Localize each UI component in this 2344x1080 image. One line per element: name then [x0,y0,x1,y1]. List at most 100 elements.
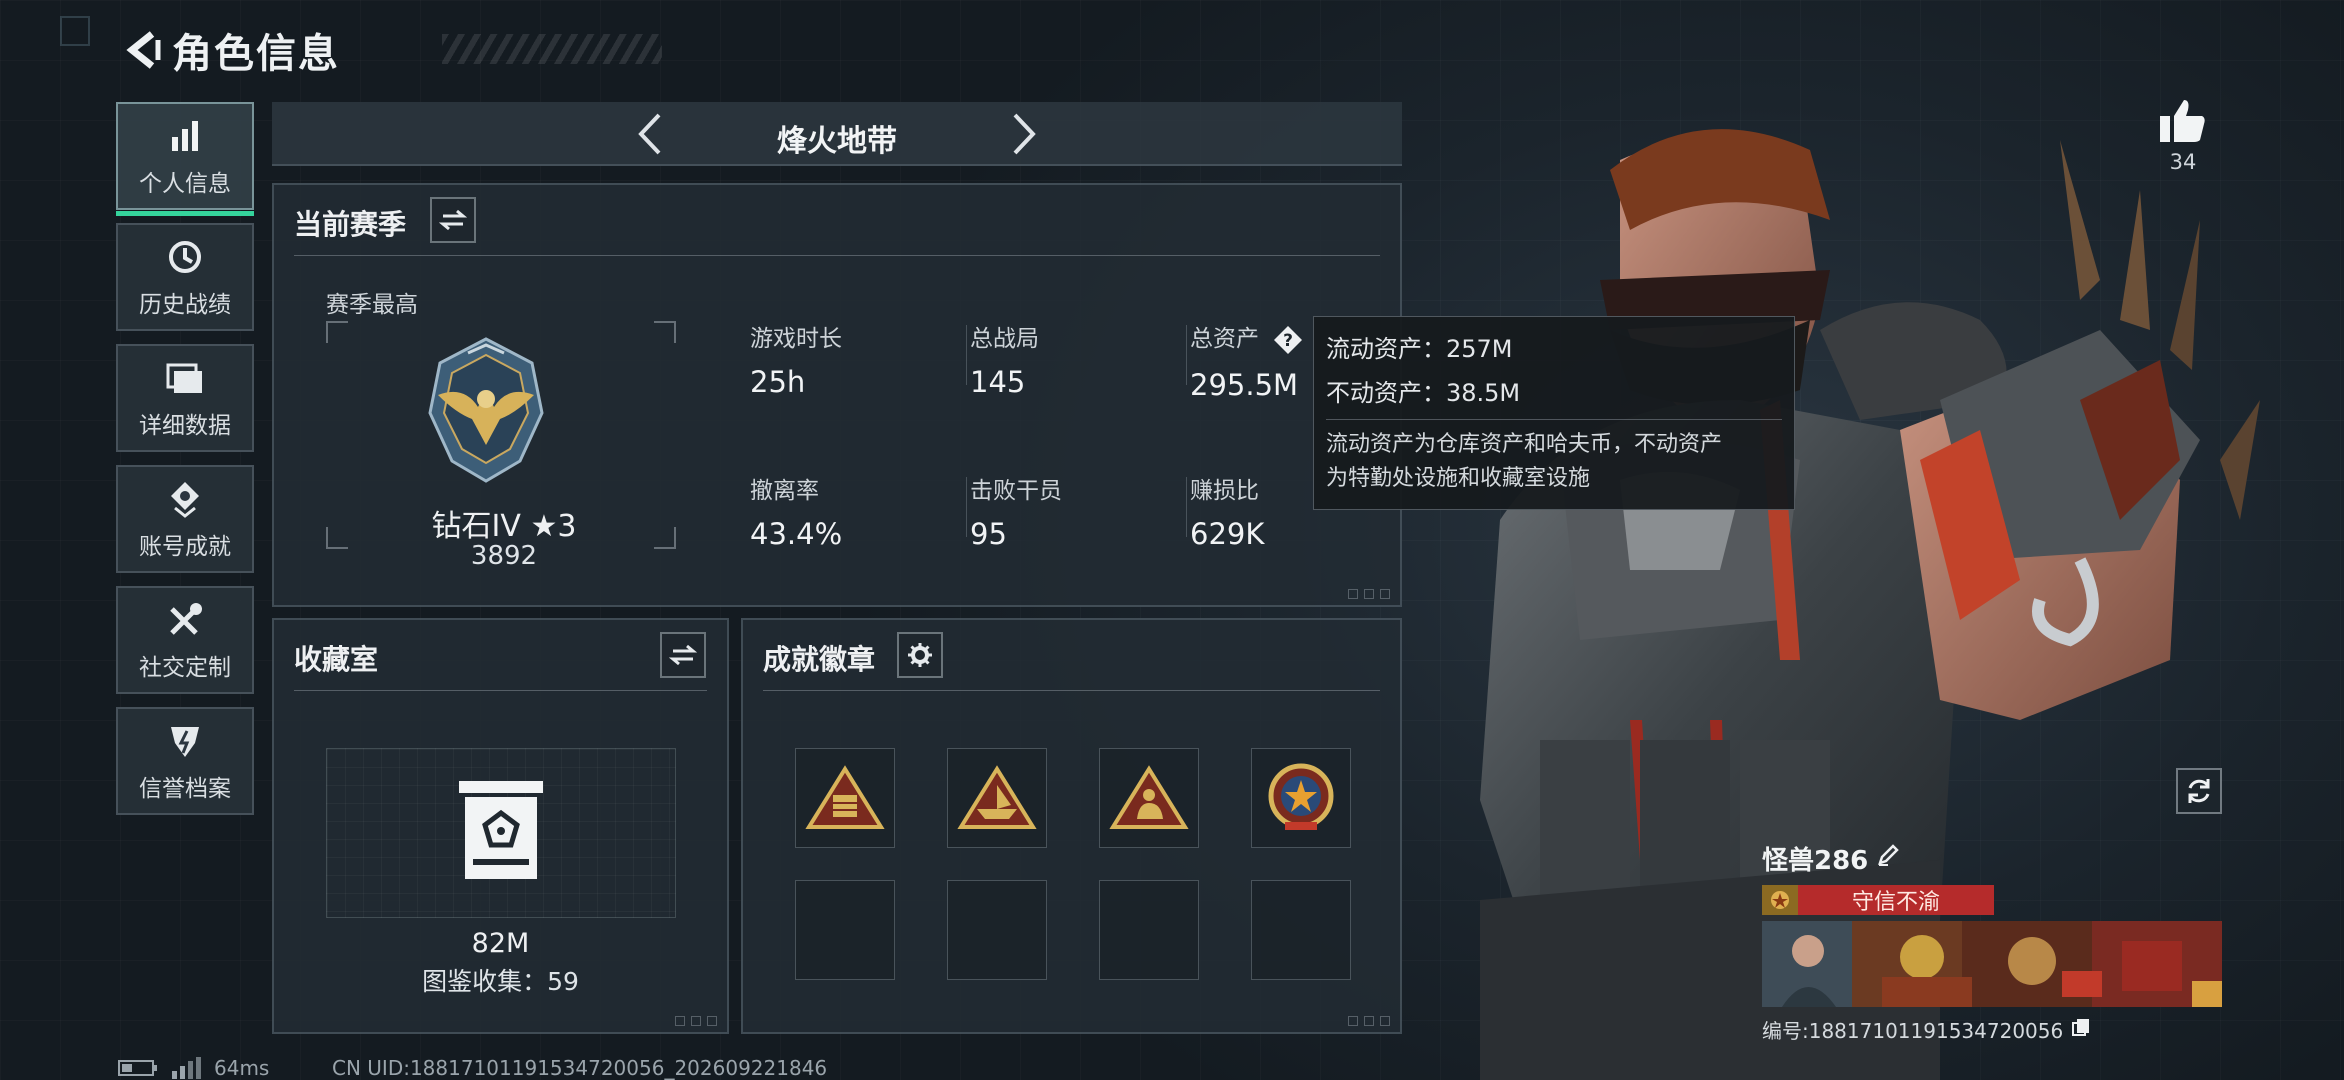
stat-extraction-rate: 撤离率 43.4% [750,471,842,551]
stat-label: 赚损比 [1190,478,1259,504]
uid-text: CN UID:1881710119153472​0056_20260922184… [332,1056,828,1080]
assets-tooltip: 流动资产：257M 不动资产：38.5M 流动资产为仓库资产和哈夫币，不动资产 … [1313,316,1795,510]
gear-icon [908,643,932,667]
stat-label: 总战局 [970,326,1039,352]
sidebar-item-label: 账号成就 [139,534,231,560]
player-id-row: 编号:1881710119153472​0056 [1762,1015,2222,1044]
season-panel: 当前赛季 赛季最高 钻石IV ★3 3892 游戏时长 25h 总战局 145 … [272,183,1402,607]
badges-panel: 成就徽章 [741,618,1402,1034]
divider [294,255,1380,256]
copy-id-button[interactable] [2071,1017,2091,1042]
season-switch-button[interactable] [430,197,476,243]
badge-slot[interactable] [947,748,1047,848]
tools-icon [166,598,204,642]
sidebar-item-social-custom[interactable]: 社交定制 [116,586,254,694]
collection-title: 收藏室 [294,643,379,676]
credit-shield-icon [167,719,203,763]
season-best-label: 赛季最高 [326,292,418,318]
season-title: 当前赛季 [294,208,407,241]
sidebar-item-label: 个人信息 [139,171,231,197]
stat-label: 撤离率 [750,478,819,504]
badge-slot[interactable] [795,748,895,848]
divider [966,477,967,537]
like-button[interactable]: 34 [2155,96,2211,174]
corner-decoration [675,1016,717,1026]
badge-slot-empty[interactable] [795,880,895,980]
mode-prev-button[interactable] [622,106,678,162]
stat-total-matches: 总战局 145 [970,319,1039,399]
stat-value: 25h [750,365,806,399]
chevron-right-icon [1013,113,1036,155]
achievement-icon [167,477,203,521]
chevron-left-icon [638,113,661,155]
badge-slot-empty[interactable] [947,880,1047,980]
battery-icon [118,1060,157,1076]
stat-value: 295.5M [1190,367,1299,402]
back-button[interactable] [112,20,172,80]
collection-switch-button[interactable] [660,632,706,678]
sidebar-item-label: 信誉档案 [139,776,231,802]
stat-label: 击败干员 [970,478,1062,504]
badges-settings-button[interactable] [897,632,943,678]
player-card: 怪兽286 守信不渝 编号:1881710119153472​0056 [1762,840,2222,1044]
tooltip-description-line: 流动资产为仓库资产和哈夫币，不动资产 [1326,432,1723,457]
tooltip-liquid-assets: 流动资产：257M [1326,335,1513,363]
edit-name-button[interactable] [1876,843,1900,874]
stat-play-time: 游戏时长 25h [750,319,842,399]
sidebar-item-achievements[interactable]: 账号成就 [116,465,254,573]
divider [294,690,707,691]
badge-slot-empty[interactable] [1251,880,1351,980]
divider [1326,419,1782,420]
collection-showcase[interactable] [326,748,676,918]
collection-cabinet-icon [459,781,543,879]
divider [966,325,967,385]
thumbs-up-icon [2160,100,2205,142]
copy-icon [2072,1019,2090,1036]
badges-title: 成就徽章 [763,643,876,676]
sidebar-item-label: 历史战绩 [139,292,231,318]
badge-slot[interactable] [1251,748,1351,848]
sidebar: 个人信息 历史战绩 详细数据 账号成就 社交定制 信誉档案 [116,102,254,828]
ping-value: 64ms [214,1056,270,1080]
player-name: 怪兽286 [1762,846,1869,876]
sidebar-item-personal-info[interactable]: 个人信息 [116,102,254,216]
tooltip-fixed-assets: 不动资产：38.5M [1326,379,1521,407]
stat-label-text: 总资产 [1190,326,1259,352]
sidebar-item-credit-record[interactable]: 信誉档案 [116,707,254,815]
rotate-model-button[interactable] [2176,768,2222,814]
folder-icon [166,356,204,400]
sidebar-item-detailed-data[interactable]: 详细数据 [116,344,254,452]
mode-title: 烽火地带 [777,124,897,159]
stat-label: 总资产 ? [1190,319,1304,356]
stat-label: 游戏时长 [750,326,842,352]
player-title-badge[interactable]: 守信不渝 [1762,885,1994,915]
badge-crate-icon [805,765,885,829]
badge-slot-empty[interactable] [1099,880,1199,980]
history-clock-icon [167,235,203,279]
sidebar-item-label: 详细数据 [139,413,231,439]
divider [1186,325,1187,385]
mode-selector: 烽火地带 [272,102,1402,166]
badge-slot[interactable] [1099,748,1199,848]
mode-next-button[interactable] [996,106,1052,162]
help-icon[interactable]: ? [1272,324,1304,356]
badge-figure-icon [1109,765,1189,829]
stat-value: 629K [1190,517,1265,551]
like-count: 34 [2169,150,2197,174]
svg-text:?: ? [1283,331,1293,351]
swap-icon [669,644,697,666]
swap-icon [439,209,467,231]
stat-value: 43.4% [750,517,843,551]
player-id: 编号:1881710119153472​0056 [1762,1019,2064,1043]
header: 角色信息 [112,20,662,80]
bar-chart-icon [168,114,202,158]
rank-score: 3892 [470,541,538,571]
stat-value: 95 [970,517,1007,551]
divider [763,690,1380,691]
player-banner[interactable] [1762,921,2222,1007]
stat-operators-defeated: 击败干员 95 [970,471,1062,551]
stat-profit-loss: 赚损比 629K [1190,471,1264,551]
back-arrow-icon [126,31,161,69]
sidebar-item-history[interactable]: 历史战绩 [116,223,254,331]
player-name-row: 怪兽286 [1762,840,2222,877]
